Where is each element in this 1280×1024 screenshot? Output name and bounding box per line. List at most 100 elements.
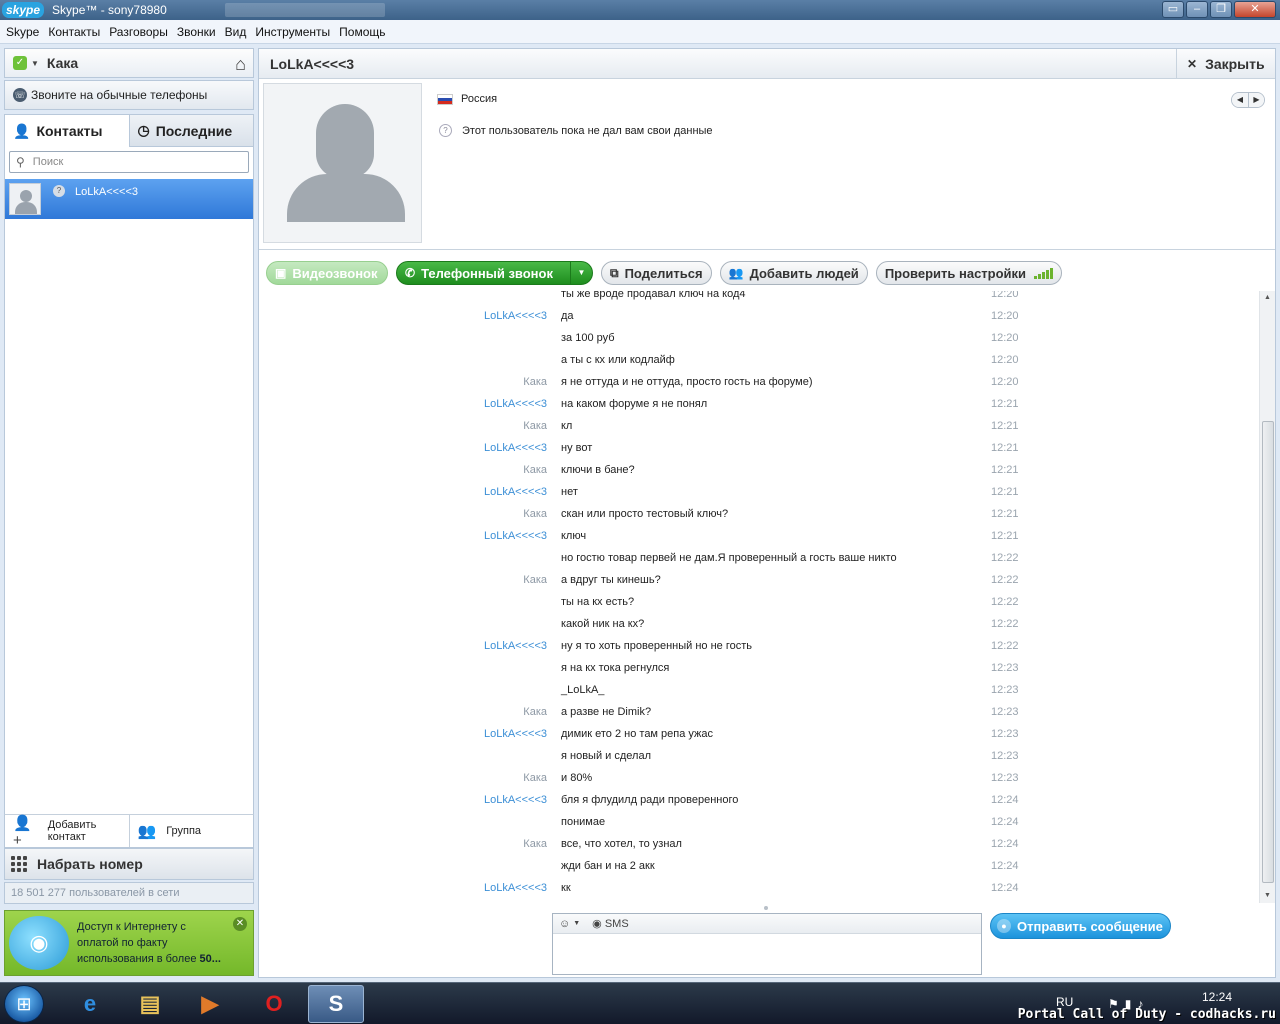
internet-explorer-icon[interactable]: e xyxy=(62,985,118,1023)
message-author[interactable]: Кака xyxy=(523,706,547,718)
call-phones-button[interactable]: ☏ Звоните на обычные телефоны xyxy=(4,80,254,110)
message-author[interactable]: LoLkA<<<<3 xyxy=(484,486,547,498)
background-window-ghost xyxy=(224,3,385,17)
send-message-label: Отправить сообщение xyxy=(1017,918,1163,934)
user-name[interactable]: Кака xyxy=(47,55,78,71)
dial-number-button[interactable]: Набрать номер xyxy=(4,848,254,880)
chevron-down-icon[interactable]: ▼ xyxy=(31,59,39,68)
message-author[interactable]: LoLkA<<<<3 xyxy=(484,640,547,652)
media-player-icon[interactable]: ▶ xyxy=(182,985,238,1023)
start-button[interactable]: ⊞ xyxy=(4,985,44,1023)
close-promo-icon[interactable]: ✕ xyxy=(233,917,247,931)
taskbar: ⊞ e ▤ ▶ O S RU ⚑▮♪ 12:24 Portal Call of … xyxy=(0,982,1280,1024)
message-author[interactable]: Кака xyxy=(523,838,547,850)
resize-grip[interactable] xyxy=(764,906,768,910)
message-time: 12:20 xyxy=(991,310,1019,322)
message-row: LoLkA<<<<3 димик ето 2 но там репа ужас 12… xyxy=(259,725,1259,747)
message-row: LoLkA<<<<3 ну я то хоть проверенный но не… xyxy=(259,637,1259,659)
file-explorer-icon[interactable]: ▤ xyxy=(122,985,178,1023)
message-text: а ты с кх или кодлайф xyxy=(561,354,675,366)
close-window-button[interactable]: ✕ xyxy=(1234,1,1276,18)
message-time: 12:22 xyxy=(991,574,1019,586)
russia-flag-icon xyxy=(437,93,453,105)
message-author[interactable]: Кака xyxy=(523,574,547,586)
prev-arrow-icon[interactable]: ◀ xyxy=(1232,93,1248,107)
message-author[interactable]: LoLkA<<<<3 xyxy=(484,398,547,410)
menu-contacts[interactable]: Контакты xyxy=(48,25,100,39)
user-bar[interactable]: ✓ ▼ Кака ⌂ xyxy=(4,48,254,78)
minimize-tile-button[interactable]: ▭ xyxy=(1162,1,1184,18)
message-author[interactable]: Кака xyxy=(523,464,547,476)
message-input[interactable]: ☺ ▼ ◉ SMS xyxy=(552,913,982,975)
message-row: ты же вроде продавал ключ на код4 12:20 xyxy=(259,291,1259,307)
opera-icon[interactable]: O xyxy=(246,985,302,1023)
message-row: LoLkA<<<<3 да 12:20 xyxy=(259,307,1259,329)
message-author[interactable]: LoLkA<<<<3 xyxy=(484,794,547,806)
group-button[interactable]: 👥 Группа xyxy=(128,815,254,847)
video-camera-icon: ▣ xyxy=(275,266,287,280)
sms-button[interactable]: ◉ SMS xyxy=(592,917,629,930)
scroll-up-arrow-icon[interactable]: ▲ xyxy=(1260,291,1275,305)
tab-contacts[interactable]: 👤 Контакты xyxy=(5,115,129,147)
scroll-down-arrow-icon[interactable]: ▼ xyxy=(1260,889,1275,903)
message-author[interactable]: LoLkA<<<<3 xyxy=(484,310,547,322)
menu-help[interactable]: Помощь xyxy=(339,25,385,39)
call-action-bar: ▣ Видеозвонок ✆ Телефонный звонок ▼ ⧉ По… xyxy=(259,255,1275,291)
message-text: за 100 руб xyxy=(561,332,615,344)
chat-bubble-icon: ● xyxy=(997,919,1011,933)
country-row: Россия xyxy=(437,93,497,105)
message-author[interactable]: Кака xyxy=(523,420,547,432)
message-time: 12:21 xyxy=(991,486,1019,498)
menu-tools[interactable]: Инструменты xyxy=(255,25,330,39)
message-author[interactable]: Кака xyxy=(523,376,547,388)
message-scrollbar[interactable]: ▲ ▼ xyxy=(1259,291,1275,903)
menu-skype[interactable]: Skype xyxy=(6,25,39,39)
menu-view[interactable]: Вид xyxy=(225,25,247,39)
message-row: LoLkA<<<<3 ну вот 12:21 xyxy=(259,439,1259,461)
profile-note: Этот пользователь пока не дал вам свои д… xyxy=(462,124,713,137)
chevron-down-icon[interactable]: ▼ xyxy=(573,920,580,927)
online-check-icon[interactable]: ✓ xyxy=(13,56,27,70)
tab-recent[interactable]: ◷ Последние xyxy=(128,115,253,147)
message-time: 12:24 xyxy=(991,838,1019,850)
message-row: Кака все, что хотел, то узнал 12:24 xyxy=(259,835,1259,857)
menu-conversations[interactable]: Разговоры xyxy=(109,25,168,39)
home-icon[interactable]: ⌂ xyxy=(235,54,246,75)
message-author[interactable]: Кака xyxy=(523,508,547,520)
message-author[interactable]: LoLkA<<<<3 xyxy=(484,530,547,542)
message-row: _LoLkA_ 12:23 xyxy=(259,681,1259,703)
video-call-button[interactable]: ▣ Видеозвонок xyxy=(266,261,388,285)
scrollbar-thumb[interactable] xyxy=(1262,421,1274,883)
promo-banner[interactable]: ◉ Доступ к Интернету с оплатой по факту … xyxy=(4,910,254,976)
add-people-button[interactable]: 👥 Добавить людей xyxy=(719,261,868,285)
skype-taskbar-icon[interactable]: S xyxy=(308,985,364,1023)
contact-item[interactable]: ? LoLkA<<<<3 xyxy=(5,179,253,219)
phone-call-button[interactable]: ✆ Телефонный звонок ▼ xyxy=(396,261,593,285)
message-time: 12:21 xyxy=(991,508,1019,520)
add-contact-button[interactable]: 👤+ Добавить контакт xyxy=(5,815,129,849)
menu-calls[interactable]: Звонки xyxy=(177,25,216,39)
message-author[interactable]: LoLkA<<<<3 xyxy=(484,882,547,894)
profile-note-row: ? Этот пользователь пока не дал вам свои… xyxy=(437,124,713,137)
message-text: ты на кх есть? xyxy=(561,596,635,608)
message-author[interactable]: Кака xyxy=(523,772,547,784)
restore-button[interactable]: ❐ xyxy=(1210,1,1232,18)
message-time: 12:24 xyxy=(991,816,1019,828)
send-message-button[interactable]: ● Отправить сообщение xyxy=(990,913,1171,939)
clock[interactable]: 12:24 xyxy=(1202,990,1232,1004)
message-author[interactable]: LoLkA<<<<3 xyxy=(484,442,547,454)
check-settings-button[interactable]: Проверить настройки xyxy=(875,261,1063,285)
emoticon-icon[interactable]: ☺ xyxy=(559,918,570,930)
message-text: жди бан и на 2 акк xyxy=(561,860,655,872)
share-button[interactable]: ⧉ Поделиться xyxy=(601,261,712,285)
message-author[interactable]: LoLkA<<<<3 xyxy=(484,728,547,740)
search-input[interactable]: ⚲ Поиск xyxy=(9,151,249,173)
message-text: я на кх тока регнулся xyxy=(561,662,670,674)
close-conversation-button[interactable]: ✕ Закрыть xyxy=(1176,49,1275,78)
message-time: 12:20 xyxy=(991,376,1019,388)
country-label: Россия xyxy=(461,93,498,105)
chevron-down-icon[interactable]: ▼ xyxy=(570,262,592,284)
next-arrow-icon[interactable]: ▶ xyxy=(1248,93,1264,107)
minimize-button[interactable]: – xyxy=(1186,1,1208,18)
title-bar: skype Skype™ - sony78980 ▭ – ❐ ✕ xyxy=(0,0,1280,20)
